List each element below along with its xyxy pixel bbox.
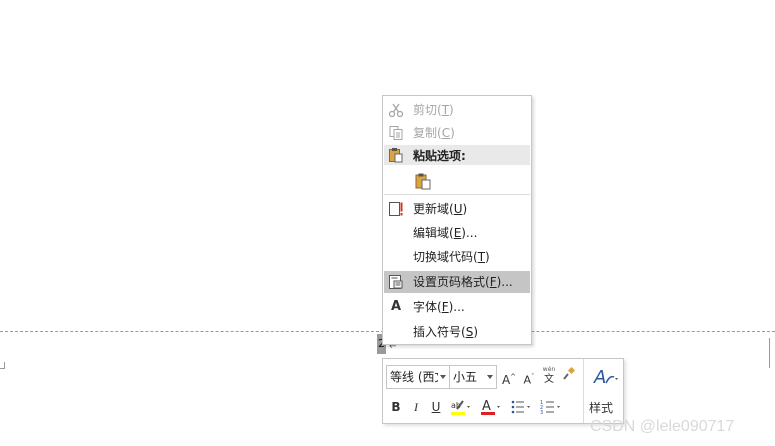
menu-item-copy[interactable]: 复制(C)	[384, 122, 530, 144]
mini-toolbar: 等线 (西文 小五 A^ Aˇ wén 文 B I U ab A 123 A 样…	[382, 358, 624, 424]
menu-item-edit-field[interactable]: 编辑域(E)...	[384, 222, 530, 244]
bold-button[interactable]: B	[389, 397, 403, 417]
grow-font-button[interactable]: A^	[501, 367, 517, 387]
highlight-color-button[interactable]: ab	[449, 397, 473, 417]
menu-separator	[384, 194, 530, 195]
chevron-down-icon	[487, 375, 493, 379]
svg-text:3: 3	[540, 410, 543, 416]
font-icon: A	[390, 299, 402, 314]
menu-item-cut[interactable]: 剪切(T)	[384, 99, 530, 121]
italic-button[interactable]: I	[409, 397, 423, 417]
paste-keep-text-only-option[interactable]	[414, 172, 432, 190]
watermark: CSDN @lele090717	[590, 418, 735, 435]
styles-icon: A	[592, 365, 620, 392]
menu-item-format-page-numbers[interactable]: 设置页码格式(F)...	[384, 271, 530, 293]
paste-icon	[388, 147, 404, 163]
update-field-icon	[388, 201, 404, 217]
context-menu: 剪切(T) 复制(C) 粘贴选项: 更新域(U) 编辑域(E)... 切换域代码…	[382, 95, 532, 345]
phonetic-guide-button[interactable]: wén 文	[541, 365, 557, 385]
svg-text:A: A	[482, 399, 491, 414]
paste-options-header: 粘贴选项:	[384, 145, 530, 165]
shrink-font-button[interactable]: Aˇ	[521, 367, 537, 387]
chevron-down-icon	[440, 375, 446, 379]
menu-item-update-field[interactable]: 更新域(U)	[384, 198, 530, 220]
menu-item-insert-symbol[interactable]: 插入符号(S)	[384, 321, 530, 343]
font-size-combo[interactable]: 小五	[449, 365, 497, 389]
numbered-list-icon[interactable]: 123	[539, 397, 563, 417]
menu-item-font[interactable]: A 字体(F)...	[384, 296, 530, 318]
svg-text:A: A	[593, 367, 606, 388]
page-margin-corner-left	[0, 362, 5, 369]
font-color-button[interactable]: A	[479, 397, 503, 417]
bullets-list-icon[interactable]	[509, 397, 533, 417]
copy-icon	[388, 125, 404, 141]
menu-item-toggle-field-codes[interactable]: 切换域代码(T)	[384, 246, 530, 268]
font-name-combo[interactable]: 等线 (西文	[386, 365, 450, 389]
format-painter-icon[interactable]	[561, 366, 577, 387]
underline-button[interactable]: U	[429, 397, 443, 417]
styles-gallery-button[interactable]: A 样式	[583, 359, 624, 423]
scissors-icon	[388, 102, 404, 118]
page-margin-corner-right	[769, 338, 775, 368]
page-number-format-icon	[388, 274, 404, 290]
